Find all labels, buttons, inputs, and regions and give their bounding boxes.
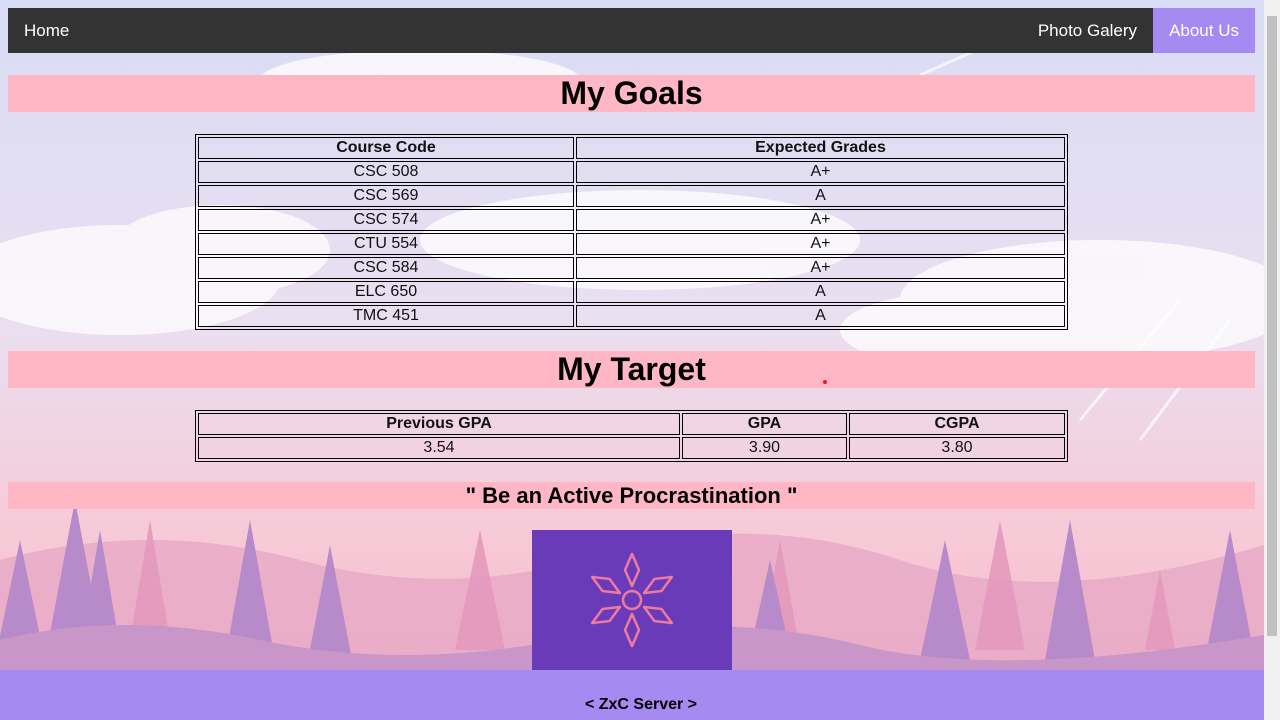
course-code-cell: TMC 451 (198, 305, 574, 327)
course-code-cell: ELC 650 (198, 281, 574, 303)
goals-table-wrapper: Course Code Expected Grades CSC 508 A+ CS… (195, 134, 1068, 330)
course-code-cell: CSC 584 (198, 257, 574, 279)
goals-header-row: Course Code Expected Grades (198, 137, 1065, 159)
header-expected-grades: Expected Grades (576, 137, 1065, 159)
grade-cell: A (576, 305, 1065, 327)
target-table-wrapper: Previous GPA GPA CGPA 3.54 3.90 3.80 (195, 410, 1068, 462)
target-header-row: Previous GPA GPA CGPA (198, 413, 1065, 435)
previous-gpa-cell: 3.54 (198, 437, 680, 459)
quote-heading: " Be an Active Procrastination " (8, 482, 1255, 509)
header-gpa: GPA (682, 413, 847, 435)
scrollbar-thumb[interactable] (1267, 16, 1277, 636)
grade-cell: A+ (576, 209, 1065, 231)
logo (532, 530, 732, 670)
header-cgpa: CGPA (849, 413, 1065, 435)
grade-cell: A+ (576, 161, 1065, 183)
target-heading: My Target (8, 351, 1255, 388)
nav-photo-gallery-link[interactable]: Photo Galery (1022, 8, 1153, 53)
nav-home-link[interactable]: Home (8, 8, 85, 53)
cursor-dot (823, 380, 827, 384)
grade-cell: A (576, 281, 1065, 303)
grade-cell: A+ (576, 257, 1065, 279)
snowflake-star-icon (587, 552, 677, 648)
gpa-cell: 3.90 (682, 437, 847, 459)
course-code-cell: CSC 508 (198, 161, 574, 183)
top-navbar: Home Photo Galery About Us (8, 8, 1255, 53)
goals-table: Course Code Expected Grades CSC 508 A+ CS… (195, 134, 1068, 330)
target-table: Previous GPA GPA CGPA 3.54 3.90 3.80 (195, 410, 1068, 462)
footer: < ZxC Server > (0, 670, 1264, 720)
header-previous-gpa: Previous GPA (198, 413, 680, 435)
course-code-cell: CSC 569 (198, 185, 574, 207)
grade-cell: A (576, 185, 1065, 207)
header-course-code: Course Code (198, 137, 574, 159)
table-row: 3.54 3.90 3.80 (198, 437, 1065, 459)
table-row: ELC 650 A (198, 281, 1065, 303)
page-scrollbar[interactable] (1264, 0, 1280, 720)
course-code-cell: CTU 554 (198, 233, 574, 255)
nav-about-us-link[interactable]: About Us (1153, 8, 1255, 53)
table-row: CSC 584 A+ (198, 257, 1065, 279)
course-code-cell: CSC 574 (198, 209, 574, 231)
table-row: TMC 451 A (198, 305, 1065, 327)
goals-heading: My Goals (8, 75, 1255, 112)
grade-cell: A+ (576, 233, 1065, 255)
table-row: CSC 569 A (198, 185, 1065, 207)
table-row: CSC 508 A+ (198, 161, 1065, 183)
table-row: CSC 574 A+ (198, 209, 1065, 231)
footer-text: < ZxC Server > (584, 696, 698, 713)
table-row: CTU 554 A+ (198, 233, 1065, 255)
cgpa-cell: 3.80 (849, 437, 1065, 459)
nav-spacer (85, 8, 1021, 53)
